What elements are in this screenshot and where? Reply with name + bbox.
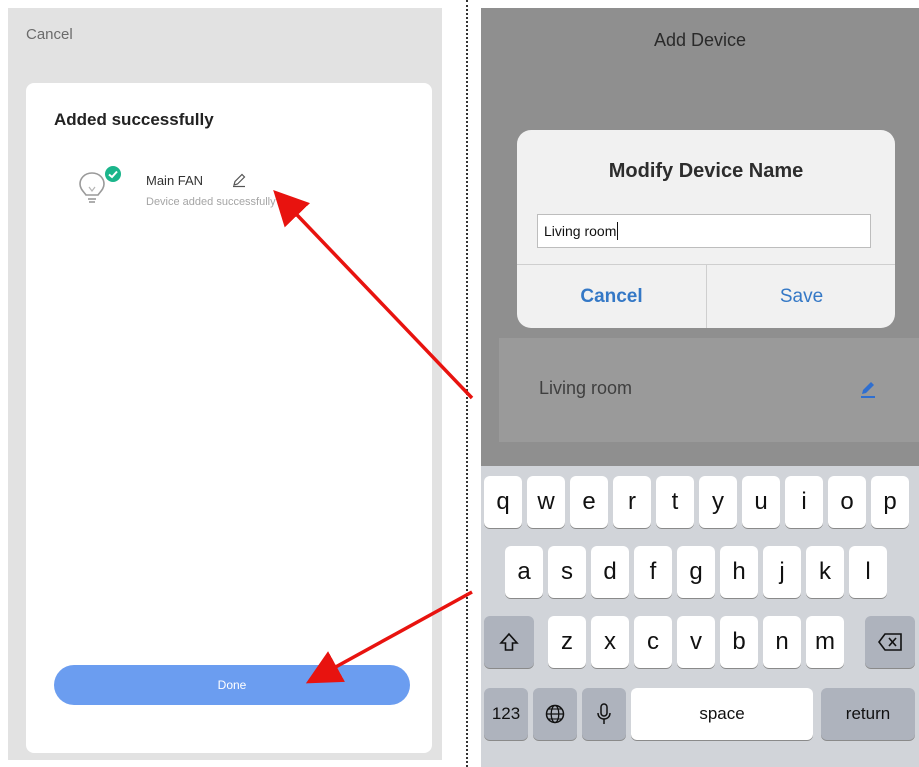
key[interactable]: r: [613, 476, 651, 528]
backspace-key[interactable]: [865, 616, 915, 668]
key[interactable]: i: [785, 476, 823, 528]
text-caret: [617, 222, 619, 240]
space-key[interactable]: space: [631, 688, 813, 740]
modify-name-dialog: Modify Device Name Living room Cancel Sa…: [517, 130, 895, 328]
divider: [466, 0, 468, 767]
globe-icon: [545, 704, 565, 724]
key[interactable]: n: [763, 616, 801, 668]
keyboard: q w e r t y u i o p a s d f g h j k l z …: [481, 466, 919, 767]
key[interactable]: m: [806, 616, 844, 668]
left-screen: Cancel Added successfully Main FAN Devic…: [8, 8, 442, 760]
key[interactable]: e: [570, 476, 608, 528]
key[interactable]: c: [634, 616, 672, 668]
device-name: Main FAN: [146, 173, 204, 188]
input-value: Living room: [544, 223, 617, 239]
backspace-icon: [878, 633, 902, 651]
shift-icon: [499, 632, 519, 651]
key[interactable]: s: [548, 546, 586, 598]
microphone-icon: [597, 703, 611, 724]
card-title: Added successfully: [54, 110, 214, 129]
key[interactable]: k: [806, 546, 844, 598]
pencil-icon[interactable]: [231, 172, 247, 188]
dialog-title: Modify Device Name: [608, 160, 804, 182]
numbers-key[interactable]: 123: [484, 688, 528, 740]
globe-key[interactable]: [533, 688, 577, 740]
key[interactable]: l: [849, 546, 887, 598]
dialog-save-button[interactable]: Save: [707, 265, 895, 328]
device-row-label: Living room: [539, 378, 633, 398]
key[interactable]: u: [742, 476, 780, 528]
key[interactable]: f: [634, 546, 672, 598]
device-name-row[interactable]: Living room: [499, 338, 919, 442]
check-badge-icon: [105, 166, 121, 182]
return-key[interactable]: return: [821, 688, 915, 740]
device-name-input[interactable]: Living room: [537, 214, 871, 248]
key[interactable]: z: [548, 616, 586, 668]
key[interactable]: y: [699, 476, 737, 528]
key[interactable]: x: [591, 616, 629, 668]
microphone-key[interactable]: [582, 688, 626, 740]
key[interactable]: q: [484, 476, 522, 528]
done-button[interactable]: Done: [54, 665, 410, 705]
key[interactable]: d: [591, 546, 629, 598]
shift-key[interactable]: [484, 616, 534, 668]
success-card: Added successfully Main FAN Device added…: [26, 83, 432, 753]
key[interactable]: w: [527, 476, 565, 528]
key[interactable]: b: [720, 616, 758, 668]
pencil-icon[interactable]: [857, 378, 879, 400]
key[interactable]: j: [763, 546, 801, 598]
key[interactable]: v: [677, 616, 715, 668]
cancel-button[interactable]: Cancel: [26, 26, 73, 43]
key[interactable]: t: [656, 476, 694, 528]
nav-title: Add Device: [653, 30, 747, 50]
key[interactable]: g: [677, 546, 715, 598]
key[interactable]: p: [871, 476, 909, 528]
dialog-cancel-button[interactable]: Cancel: [517, 265, 706, 328]
device-status: Device added successfully: [146, 196, 276, 208]
key[interactable]: a: [505, 546, 543, 598]
right-screen: Add Device Living room Modify Device Nam…: [481, 8, 919, 767]
key[interactable]: h: [720, 546, 758, 598]
key[interactable]: o: [828, 476, 866, 528]
